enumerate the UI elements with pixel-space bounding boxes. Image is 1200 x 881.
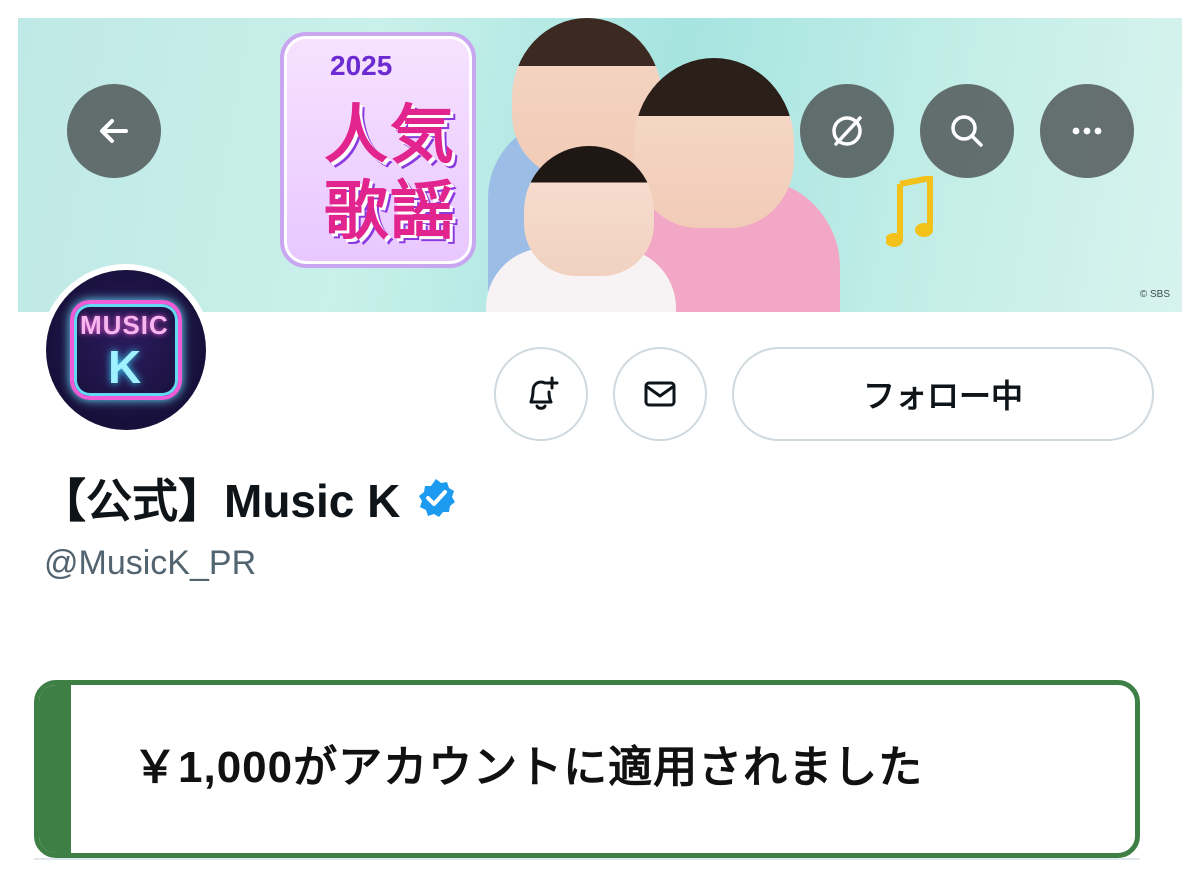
user-handle: @MusicK_PR [44,544,257,582]
avatar-logo-line-1: MUSIC [80,310,169,340]
profile-banner[interactable]: 2025 人気 歌謡 © SBS [18,18,1182,312]
avatar-logo-line-2: K [108,341,142,393]
message-button[interactable] [613,347,707,441]
banner-person [524,146,654,276]
avatar-logo: MUSIC K [70,300,182,400]
banner-person [634,58,794,228]
credit-applied-toast: ￥1,000がアカウントに適用されました [34,680,1140,858]
display-name: 【公式】Music K [40,475,401,527]
toast-message: ￥1,000がアカウントに適用されました [133,743,924,792]
music-note-icon [886,176,933,247]
divider [34,858,1140,860]
more-options-button[interactable] [1040,84,1134,178]
more-horizontal-icon [1072,127,1102,135]
banner-copyright: © SBS [1139,289,1170,300]
back-button[interactable] [67,84,161,178]
profile-name-row: 【公式】Music K [40,468,458,528]
envelope-icon [644,381,676,407]
no-translate-icon [832,116,862,146]
notifications-button[interactable] [494,347,588,441]
arrow-left-icon [100,119,128,143]
verified-badge-icon [419,479,456,517]
avatar[interactable]: MUSIC K [40,264,212,436]
translate-toggle-button[interactable] [800,84,894,178]
logo-line-2: 歌謡 [324,175,456,247]
toast-accent-bar [39,685,71,853]
following-button[interactable]: フォロー中 [732,347,1154,441]
banner-show-logo: 2025 人気 歌謡 [280,32,476,268]
avatar-image: MUSIC K [46,270,206,430]
search-icon [951,115,983,147]
search-button[interactable] [920,84,1014,178]
bell-plus-icon [529,376,559,410]
logo-year: 2025 [330,50,393,81]
